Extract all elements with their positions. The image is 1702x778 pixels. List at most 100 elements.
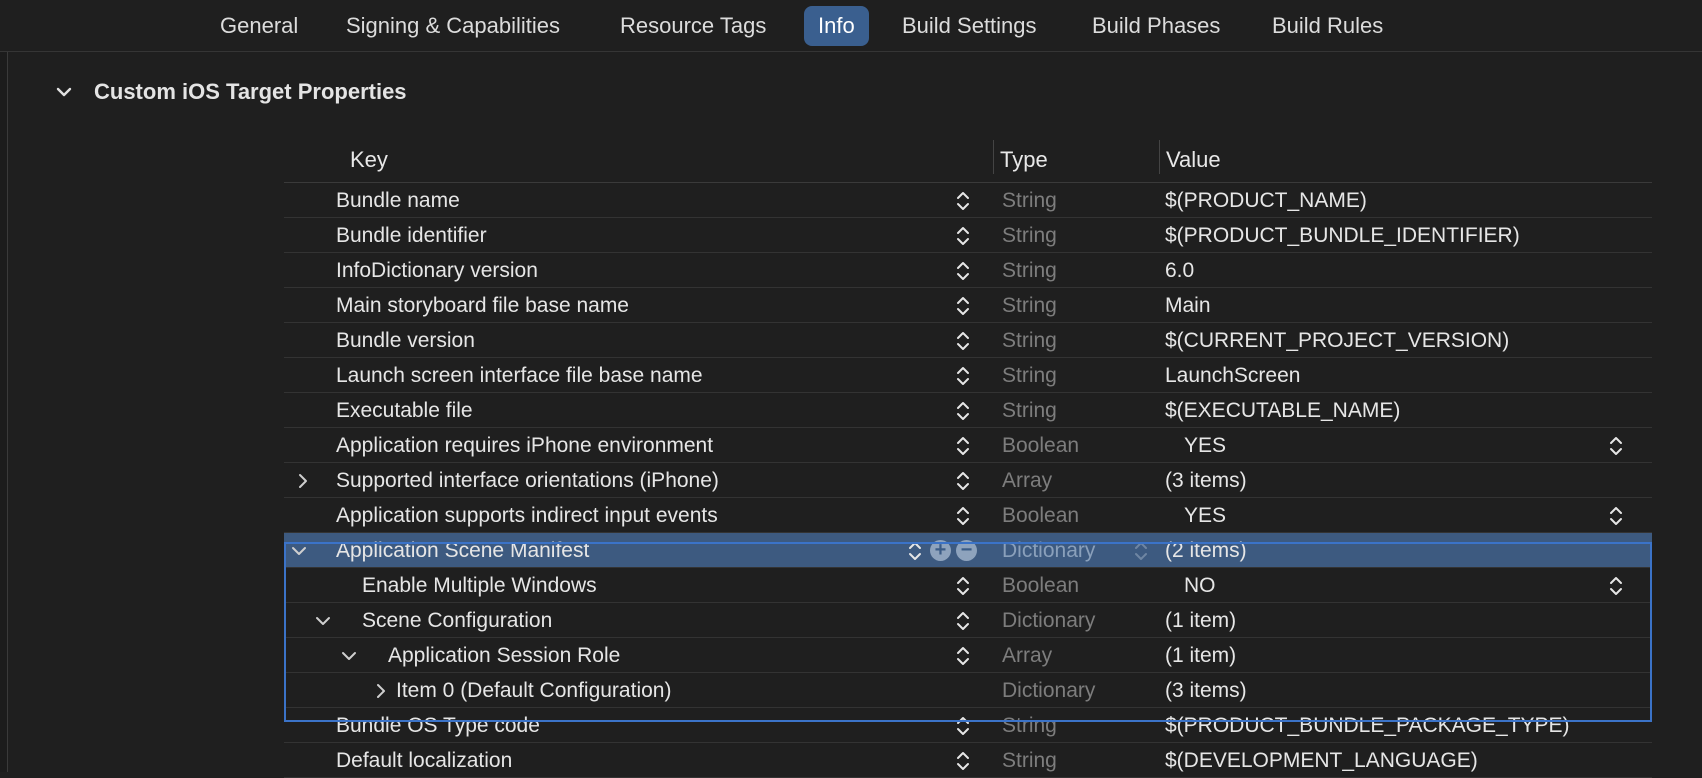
table-row[interactable]: Bundle name String $(PRODUCT_NAME) bbox=[284, 183, 1652, 218]
chevron-right-icon[interactable] bbox=[372, 682, 390, 700]
value-stepper-icon[interactable] bbox=[1609, 575, 1623, 597]
up-down-stepper-icon[interactable] bbox=[956, 610, 970, 632]
row-value[interactable]: (1 item) bbox=[1165, 603, 1236, 638]
row-type[interactable]: String bbox=[1002, 358, 1057, 393]
table-row[interactable]: Bundle OS Type code String $(PRODUCT_BUNDL… bbox=[284, 708, 1652, 743]
table-row[interactable]: Item 0 (Default Configuration) Dictionary… bbox=[284, 673, 1652, 708]
row-type[interactable]: String bbox=[1002, 288, 1057, 323]
row-value[interactable]: LaunchScreen bbox=[1165, 358, 1300, 393]
row-value[interactable]: $(PRODUCT_BUNDLE_IDENTIFIER) bbox=[1165, 218, 1520, 253]
up-down-stepper-icon[interactable] bbox=[956, 295, 970, 317]
table-row[interactable]: Launch screen interface file base name St… bbox=[284, 358, 1652, 393]
row-type[interactable]: Array bbox=[1002, 463, 1052, 498]
up-down-stepper-icon[interactable] bbox=[956, 715, 970, 737]
table-row[interactable]: Supported interface orientations (iPhone… bbox=[284, 463, 1652, 498]
row-type[interactable]: String bbox=[1002, 393, 1057, 428]
row-key[interactable]: Enable Multiple Windows bbox=[362, 568, 597, 603]
value-stepper-icon[interactable] bbox=[1609, 435, 1623, 457]
row-type[interactable]: String bbox=[1002, 743, 1057, 778]
section-header[interactable]: Custom iOS Target Properties bbox=[54, 74, 407, 110]
row-type[interactable]: Boolean bbox=[1002, 568, 1079, 603]
table-row[interactable]: Bundle identifier String $(PRODUCT_BUNDLE_… bbox=[284, 218, 1652, 253]
up-down-stepper-icon[interactable] bbox=[956, 435, 970, 457]
up-down-stepper-icon[interactable] bbox=[956, 470, 970, 492]
row-key[interactable]: Supported interface orientations (iPhone… bbox=[336, 463, 719, 498]
chevron-down-icon[interactable] bbox=[314, 612, 332, 630]
row-value[interactable]: (1 item) bbox=[1165, 638, 1236, 673]
column-header-value[interactable]: Value bbox=[1166, 138, 1221, 182]
tab-general[interactable]: General bbox=[206, 6, 312, 46]
tab-info[interactable]: Info bbox=[804, 6, 869, 46]
table-row[interactable]: Application requires iPhone environment B… bbox=[284, 428, 1652, 463]
column-header-type[interactable]: Type bbox=[1000, 138, 1048, 182]
row-key[interactable]: Application supports indirect input even… bbox=[336, 498, 718, 533]
table-row[interactable]: Default localization String $(DEVELOPMENT_… bbox=[284, 743, 1652, 778]
row-value[interactable]: (3 items) bbox=[1165, 463, 1247, 498]
table-row[interactable]: Scene Configuration Dictionary (1 item) bbox=[284, 603, 1652, 638]
row-key[interactable]: Bundle identifier bbox=[336, 218, 487, 253]
row-type[interactable]: Dictionary bbox=[1002, 673, 1095, 708]
column-divider[interactable] bbox=[1159, 140, 1160, 174]
row-type[interactable]: String bbox=[1002, 323, 1057, 358]
tab-resource-tags[interactable]: Resource Tags bbox=[606, 6, 780, 46]
tab-signing-capabilities[interactable]: Signing & Capabilities bbox=[332, 6, 574, 46]
row-key[interactable]: Application requires iPhone environment bbox=[336, 428, 713, 463]
table-row[interactable]: Enable Multiple Windows Boolean NO bbox=[284, 568, 1652, 603]
row-key[interactable]: Bundle name bbox=[336, 183, 460, 218]
up-down-stepper-icon[interactable] bbox=[956, 225, 970, 247]
table-row[interactable]: Application Session Role Array (1 item) bbox=[284, 638, 1652, 673]
type-stepper-icon[interactable] bbox=[1134, 540, 1148, 562]
tab-build-settings[interactable]: Build Settings bbox=[888, 6, 1051, 46]
row-value[interactable]: 6.0 bbox=[1165, 253, 1194, 288]
row-value[interactable]: $(DEVELOPMENT_LANGUAGE) bbox=[1165, 743, 1478, 778]
up-down-stepper-icon[interactable] bbox=[956, 365, 970, 387]
row-value[interactable]: NO bbox=[1184, 568, 1216, 603]
table-row[interactable]: InfoDictionary version String 6.0 bbox=[284, 253, 1652, 288]
row-key[interactable]: Main storyboard file base name bbox=[336, 288, 629, 323]
row-value[interactable]: (2 items) bbox=[1165, 533, 1247, 568]
row-value[interactable]: $(PRODUCT_NAME) bbox=[1165, 183, 1367, 218]
row-key[interactable]: Default localization bbox=[336, 743, 512, 778]
row-key[interactable]: Item 0 (Default Configuration) bbox=[396, 673, 671, 708]
up-down-stepper-icon[interactable] bbox=[956, 400, 970, 422]
tab-build-rules[interactable]: Build Rules bbox=[1258, 6, 1397, 46]
column-divider[interactable] bbox=[993, 140, 994, 174]
row-key[interactable]: Scene Configuration bbox=[362, 603, 552, 638]
row-type[interactable]: Array bbox=[1002, 638, 1052, 673]
row-key[interactable]: InfoDictionary version bbox=[336, 253, 538, 288]
tab-build-phases[interactable]: Build Phases bbox=[1078, 6, 1234, 46]
up-down-stepper-icon[interactable] bbox=[956, 750, 970, 772]
row-type[interactable]: Dictionary bbox=[1002, 603, 1095, 638]
value-stepper-icon[interactable] bbox=[1609, 505, 1623, 527]
up-down-stepper-icon[interactable] bbox=[956, 645, 970, 667]
table-row[interactable]: Executable file String $(EXECUTABLE_NAME) bbox=[284, 393, 1652, 428]
up-down-stepper-icon[interactable] bbox=[956, 190, 970, 212]
table-row[interactable]: Application supports indirect input even… bbox=[284, 498, 1652, 533]
chevron-down-icon[interactable] bbox=[340, 647, 358, 665]
row-value[interactable]: $(EXECUTABLE_NAME) bbox=[1165, 393, 1400, 428]
table-row[interactable]: Bundle version String $(CURRENT_PROJECT_VE… bbox=[284, 323, 1652, 358]
row-value[interactable]: Main bbox=[1165, 288, 1211, 323]
row-value[interactable]: $(CURRENT_PROJECT_VERSION) bbox=[1165, 323, 1509, 358]
column-header-key[interactable]: Key bbox=[350, 138, 388, 182]
row-key[interactable]: Bundle version bbox=[336, 323, 475, 358]
row-type[interactable]: Boolean bbox=[1002, 498, 1079, 533]
row-key[interactable]: Application Session Role bbox=[388, 638, 620, 673]
row-value[interactable]: $(PRODUCT_BUNDLE_PACKAGE_TYPE) bbox=[1165, 708, 1570, 743]
chevron-right-icon[interactable] bbox=[294, 472, 312, 490]
up-down-stepper-icon[interactable] bbox=[956, 330, 970, 352]
row-value[interactable]: YES bbox=[1184, 428, 1226, 463]
up-down-stepper-icon[interactable] bbox=[956, 260, 970, 282]
row-type[interactable]: String bbox=[1002, 253, 1057, 288]
row-type[interactable]: String bbox=[1002, 708, 1057, 743]
row-type[interactable]: Dictionary bbox=[1002, 533, 1095, 568]
table-row[interactable]: Main storyboard file base name String Main bbox=[284, 288, 1652, 323]
row-type[interactable]: String bbox=[1002, 218, 1057, 253]
row-key[interactable]: Executable file bbox=[336, 393, 473, 428]
up-down-stepper-icon[interactable] bbox=[956, 575, 970, 597]
minus-circle-icon[interactable]: − bbox=[956, 540, 977, 561]
chevron-down-icon[interactable] bbox=[290, 542, 308, 560]
row-type[interactable]: Boolean bbox=[1002, 428, 1079, 463]
row-key[interactable]: Bundle OS Type code bbox=[336, 708, 540, 743]
row-key[interactable]: Application Scene Manifest bbox=[336, 533, 589, 568]
